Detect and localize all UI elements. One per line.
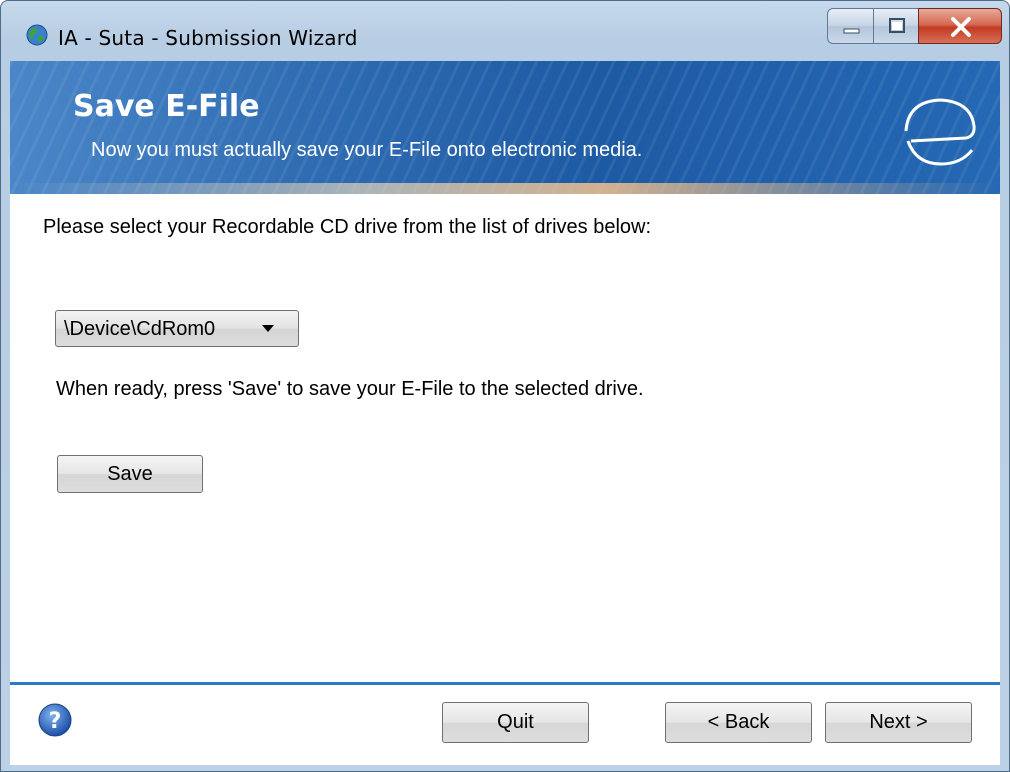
- svg-text:?: ?: [49, 709, 62, 734]
- globe-icon: [25, 23, 49, 47]
- header-banner: Save E-File Now you must actually save y…: [10, 61, 1000, 194]
- caption-buttons: [827, 8, 1005, 48]
- save-hint: When ready, press 'Save' to save your E-…: [56, 378, 644, 400]
- drive-prompt: Please select your Recordable CD drive f…: [43, 216, 652, 238]
- maximize-button[interactable]: [873, 8, 919, 44]
- title-bar[interactable]: IA - Suta - Submission Wizard: [1, 1, 1009, 61]
- help-icon[interactable]: ?: [37, 702, 73, 738]
- close-button[interactable]: [918, 8, 1002, 44]
- e-logo-icon: [904, 98, 976, 166]
- next-button[interactable]: Next >: [825, 702, 972, 743]
- wizard-window: IA - Suta - Submission Wizard Save E-Fil…: [0, 0, 1010, 772]
- footer-divider: [10, 682, 1000, 685]
- back-button[interactable]: < Back: [665, 702, 812, 743]
- minimize-button[interactable]: [827, 8, 874, 44]
- window-title: IA - Suta - Submission Wizard: [58, 26, 358, 50]
- drive-select[interactable]: \Device\CdRom0: [55, 310, 299, 347]
- page-title: Save E-File: [73, 89, 260, 124]
- close-icon: [951, 17, 971, 37]
- maximize-icon: [889, 18, 905, 33]
- save-button[interactable]: Save: [57, 455, 203, 493]
- page-subtitle: Now you must actually save your E-File o…: [91, 139, 643, 161]
- drive-select-value: \Device\CdRom0: [64, 318, 216, 340]
- minimize-icon: [843, 28, 860, 34]
- chevron-down-icon: [262, 325, 274, 332]
- banner-glow: [10, 183, 1000, 194]
- client-area: Save E-File Now you must actually save y…: [10, 61, 1000, 765]
- quit-button[interactable]: Quit: [442, 702, 589, 743]
